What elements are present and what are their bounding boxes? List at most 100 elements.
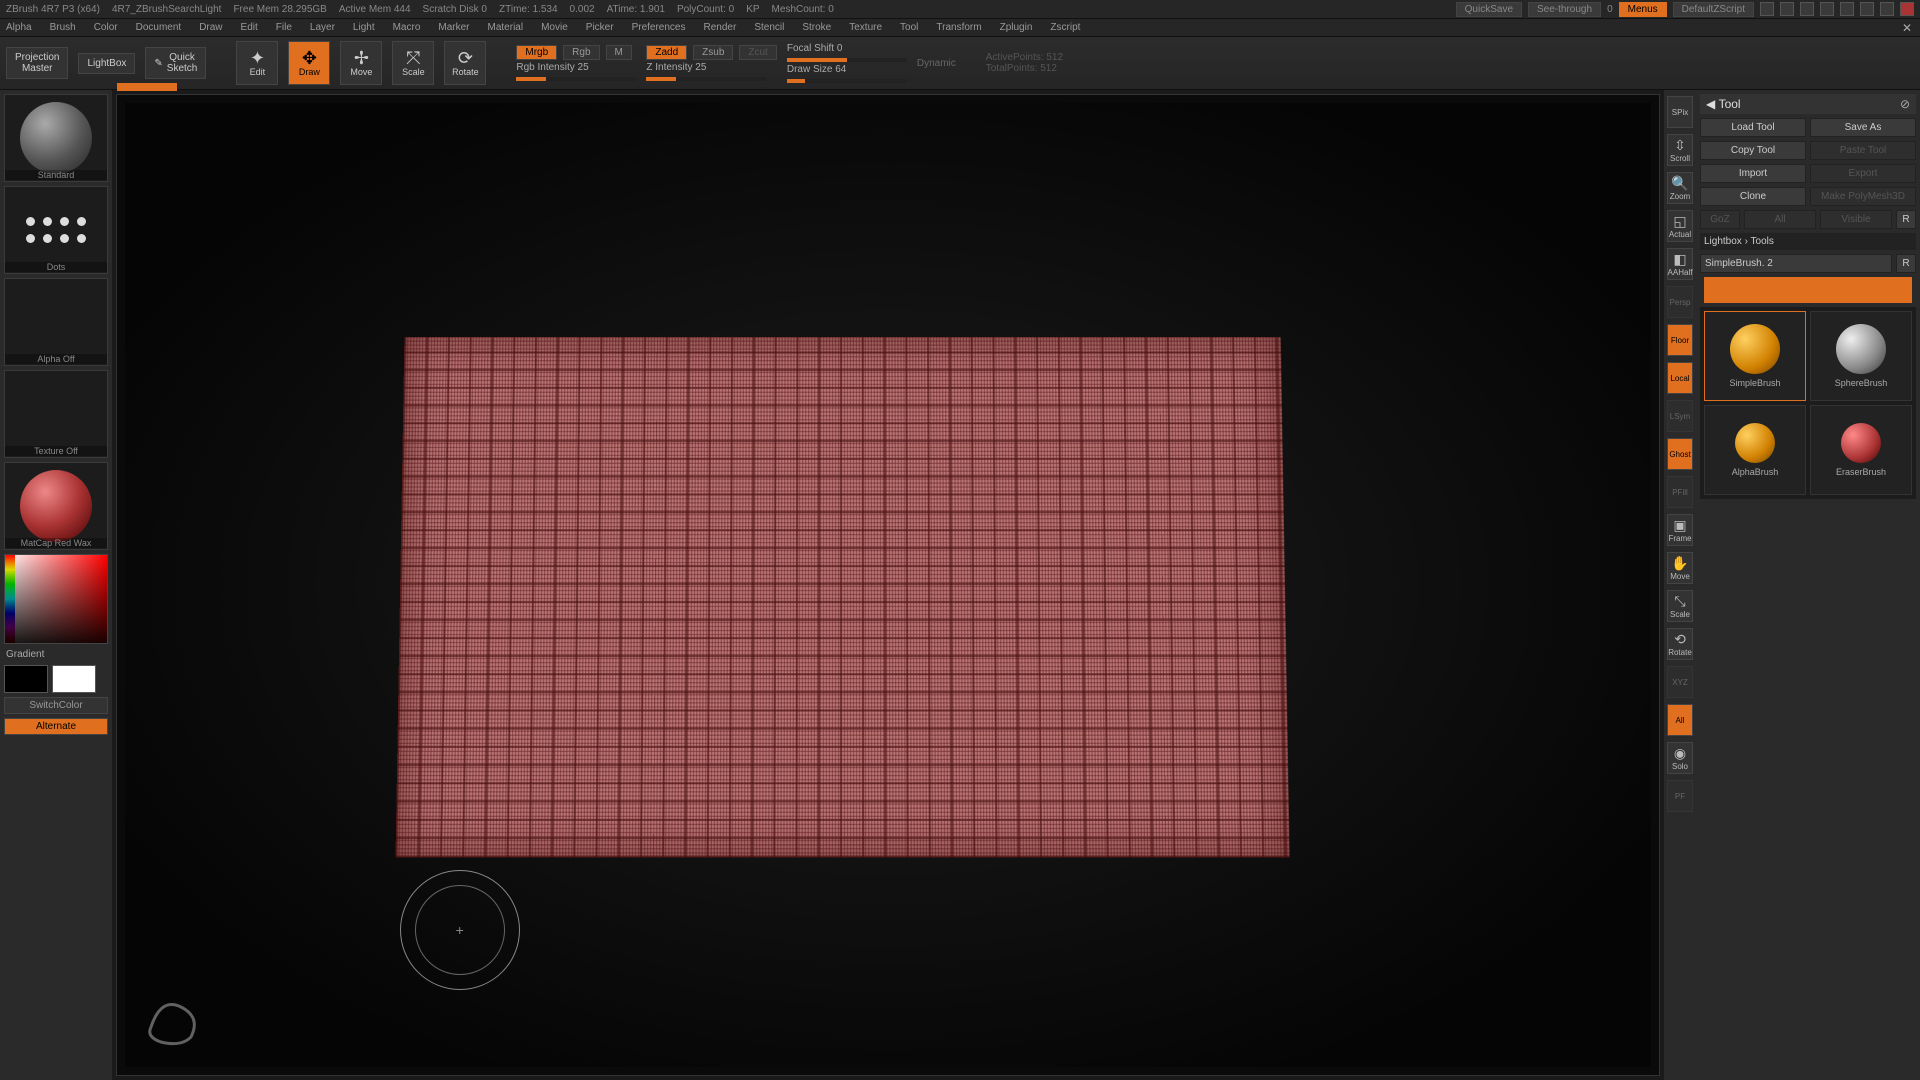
zsub-button[interactable]: Zsub — [693, 45, 733, 60]
mrgb-button[interactable]: Mrgb — [516, 45, 557, 60]
canvas-area[interactable] — [116, 94, 1660, 1076]
zcut-button[interactable]: Zcut — [739, 45, 776, 60]
menu-item[interactable]: File — [276, 22, 292, 33]
r-button[interactable]: R — [1896, 210, 1916, 229]
window-icon[interactable] — [1800, 2, 1814, 16]
menu-item[interactable]: Stroke — [802, 22, 831, 33]
clone-button[interactable]: Clone — [1700, 187, 1806, 206]
viewport[interactable] — [125, 103, 1651, 1067]
current-tool-name[interactable]: SimpleBrush. 2 — [1700, 254, 1892, 273]
menu-item[interactable]: Marker — [438, 22, 469, 33]
switch-color-button[interactable]: SwitchColor — [4, 697, 108, 714]
persp-button[interactable]: Persp — [1667, 286, 1693, 318]
menu-item[interactable]: Texture — [849, 22, 882, 33]
move-button[interactable]: ✢Move — [340, 41, 382, 85]
menu-item[interactable]: Brush — [50, 22, 76, 33]
xyz-button[interactable]: XYZ — [1667, 666, 1693, 698]
window-icon[interactable] — [1840, 2, 1854, 16]
menu-item[interactable]: Edit — [241, 22, 258, 33]
brush-slot[interactable]: Standard — [4, 94, 108, 182]
maximize-icon[interactable] — [1880, 2, 1894, 16]
make-polymesh-button[interactable]: Make PolyMesh3D — [1810, 187, 1916, 206]
menu-item[interactable]: Color — [94, 22, 118, 33]
draw-size-slider[interactable] — [787, 79, 907, 83]
goz-visible-button[interactable]: Visible — [1820, 210, 1892, 229]
tool-eraserbrush[interactable]: EraserBrush — [1810, 405, 1912, 495]
draw-button[interactable]: ✥Draw — [288, 41, 330, 85]
lsym-button[interactable]: LSym — [1667, 400, 1693, 432]
paste-tool-button[interactable]: Paste Tool — [1810, 141, 1916, 160]
menu-item[interactable]: Movie — [541, 22, 568, 33]
rgb-intensity-slider[interactable] — [516, 77, 636, 81]
doc-tab[interactable] — [117, 83, 177, 91]
window-icon[interactable] — [1760, 2, 1774, 16]
seethrough-label[interactable]: See-through — [1528, 2, 1601, 17]
swatch-white[interactable] — [52, 665, 96, 693]
menu-item[interactable]: Render — [704, 22, 737, 33]
projection-master-button[interactable]: Projection Master — [6, 47, 68, 79]
edit-button[interactable]: ✦Edit — [236, 41, 278, 85]
menu-item[interactable]: Macro — [393, 22, 421, 33]
goz-all-button[interactable]: All — [1744, 210, 1816, 229]
zadd-button[interactable]: Zadd — [646, 45, 687, 60]
scale-button[interactable]: ⤧Scale — [392, 41, 434, 85]
color-picker[interactable] — [4, 554, 108, 644]
scale-nav-button[interactable]: ⤡Scale — [1667, 590, 1693, 622]
menu-item[interactable]: Transform — [936, 22, 981, 33]
z-intensity-slider[interactable] — [646, 77, 766, 81]
tool-spherebrush[interactable]: SphereBrush — [1810, 311, 1912, 401]
r-button-2[interactable]: R — [1896, 254, 1916, 273]
tool-panel-header[interactable]: ◀ Tool⊘ — [1700, 94, 1916, 114]
window-icon[interactable] — [1820, 2, 1834, 16]
import-button[interactable]: Import — [1700, 164, 1806, 183]
menu-item[interactable]: Document — [136, 22, 182, 33]
actual-button[interactable]: ◱Actual — [1667, 210, 1693, 242]
menu-item[interactable]: Material — [488, 22, 524, 33]
material-slot[interactable]: MatCap Red Wax — [4, 462, 108, 550]
menu-item[interactable]: Picker — [586, 22, 614, 33]
load-tool-button[interactable]: Load Tool — [1700, 118, 1806, 137]
menu-item[interactable]: Tool — [900, 22, 918, 33]
polyframe-button[interactable]: PF — [1667, 780, 1693, 812]
copy-tool-button[interactable]: Copy Tool — [1700, 141, 1806, 160]
menus-button[interactable]: Menus — [1619, 2, 1667, 17]
focal-shift-slider[interactable] — [787, 58, 907, 62]
local-button[interactable]: Local — [1667, 362, 1693, 394]
spix-button[interactable]: SPix — [1667, 96, 1693, 128]
pfill-button[interactable]: PFill — [1667, 476, 1693, 508]
frame-button[interactable]: ▣Frame — [1667, 514, 1693, 546]
close-icon[interactable]: ✕ — [1900, 21, 1914, 35]
m-button[interactable]: M — [606, 45, 632, 60]
collapse-icon[interactable]: ◀ — [1706, 97, 1715, 111]
default-script[interactable]: DefaultZScript — [1673, 2, 1754, 17]
texture-slot[interactable]: Texture Off — [4, 370, 108, 458]
minimize-icon[interactable] — [1860, 2, 1874, 16]
menu-item[interactable]: Layer — [310, 22, 335, 33]
save-as-button[interactable]: Save As — [1810, 118, 1916, 137]
goz-button[interactable]: GoZ — [1700, 210, 1740, 229]
dynamic-label[interactable]: Dynamic — [917, 58, 956, 69]
menu-item[interactable]: Zplugin — [1000, 22, 1033, 33]
lightbox-button[interactable]: LightBox — [78, 53, 135, 74]
alpha-slot[interactable]: Alpha Off — [4, 278, 108, 366]
solo-button[interactable]: ◉Solo — [1667, 742, 1693, 774]
menu-item[interactable]: Draw — [199, 22, 222, 33]
rotate-button[interactable]: ⟳Rotate — [444, 41, 486, 85]
ghost-button[interactable]: Ghost — [1667, 438, 1693, 470]
menu-item[interactable]: Stencil — [754, 22, 784, 33]
window-icon[interactable] — [1780, 2, 1794, 16]
menu-item[interactable]: Preferences — [632, 22, 686, 33]
swatch-black[interactable] — [4, 665, 48, 693]
rgb-button[interactable]: Rgb — [563, 45, 599, 60]
move-nav-button[interactable]: ✋Move — [1667, 552, 1693, 584]
menu-item[interactable]: Zscript — [1050, 22, 1080, 33]
tool-simplebrush[interactable]: SimpleBrush — [1704, 311, 1806, 401]
rotate-nav-button[interactable]: ⟲Rotate — [1667, 628, 1693, 660]
pin-icon[interactable]: ⊘ — [1900, 97, 1910, 111]
menu-item[interactable]: Light — [353, 22, 375, 33]
xpose-button[interactable]: All — [1667, 704, 1693, 736]
export-button[interactable]: Export — [1810, 164, 1916, 183]
scroll-button[interactable]: ⇳Scroll — [1667, 134, 1693, 166]
floor-button[interactable]: Floor — [1667, 324, 1693, 356]
alternate-button[interactable]: Alternate — [4, 718, 108, 735]
